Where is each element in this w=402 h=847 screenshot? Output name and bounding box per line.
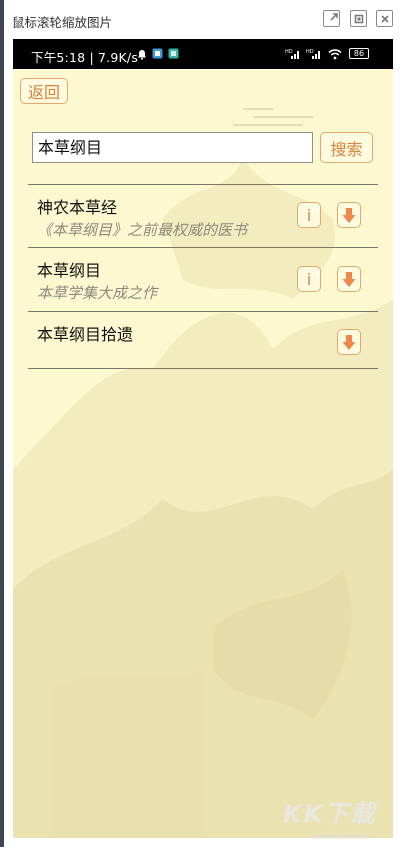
search-button[interactable]: 搜索 (320, 132, 373, 163)
status-time-speed: 下午5:18 | 7.9K/s (31, 50, 139, 65)
divider (28, 368, 378, 369)
search-input[interactable]: 本草纲目 (32, 132, 313, 163)
svg-text:HD: HD (306, 49, 314, 55)
external-link-icon[interactable] (323, 10, 340, 27)
close-icon[interactable] (376, 10, 393, 27)
download-arrow-icon (342, 207, 356, 223)
app-icon (168, 48, 179, 59)
app-icon (152, 48, 163, 59)
download-button[interactable] (337, 202, 361, 228)
bell-icon (138, 50, 146, 60)
download-arrow-icon (342, 334, 356, 350)
result-title: 神农本草经 (37, 198, 118, 217)
watermark-logo: KK下载 (283, 800, 377, 828)
result-title: 本草纲目 (37, 261, 102, 280)
window-title: 鼠标滚轮缩放图片 (12, 15, 113, 30)
info-button[interactable]: i (297, 266, 321, 292)
watermark-url: www.kkx.net (312, 832, 370, 842)
download-button[interactable] (337, 329, 361, 355)
window-left-edge (0, 0, 4, 847)
info-button[interactable]: i (297, 202, 321, 228)
result-row[interactable]: 本草纲目拾遗 (28, 312, 378, 368)
svg-text:HD: HD (285, 49, 293, 55)
result-row[interactable]: 本草纲目 本草学集大成之作 i (28, 248, 378, 311)
restore-icon[interactable] (350, 10, 367, 27)
download-button[interactable] (337, 266, 361, 292)
signal-icon: HD (306, 49, 320, 59)
signal-icon: HD (285, 49, 299, 59)
wifi-icon (328, 49, 342, 60)
result-row[interactable]: 神农本草经 《本草纲目》之前最权威的医书 i (28, 185, 378, 247)
result-title: 本草纲目拾遗 (37, 325, 134, 344)
result-subtitle: 本草学集大成之作 (37, 284, 158, 302)
status-bar: 下午5:18 | 7.9K/s HD HD 86 (13, 39, 393, 69)
back-button[interactable]: 返回 (20, 78, 68, 104)
result-subtitle: 《本草纲目》之前最权威的医书 (37, 221, 248, 239)
download-arrow-icon (342, 271, 356, 287)
battery-icon: 86 (349, 48, 369, 59)
phone-screen: 下午5:18 | 7.9K/s HD HD 86 返回 本草纲目 搜索 神农本草… (13, 39, 393, 838)
